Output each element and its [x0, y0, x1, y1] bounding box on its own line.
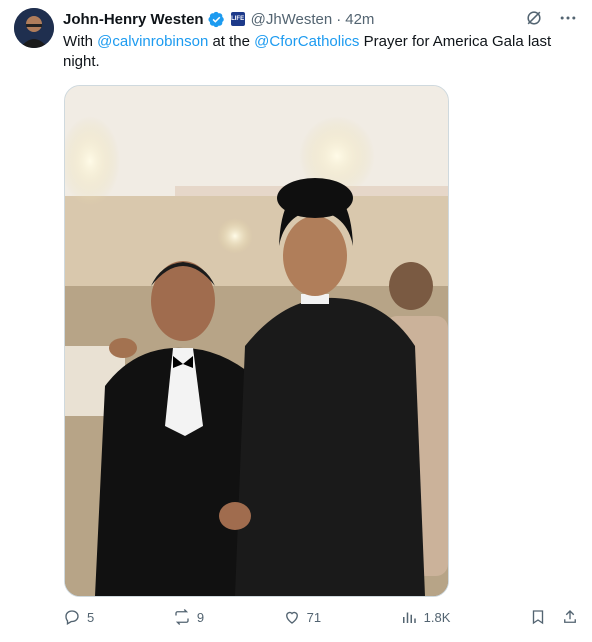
right-actions	[529, 608, 579, 626]
post-header: John-Henry Westen LIFE @JhWesten · 42m	[63, 9, 374, 29]
affiliation-badge[interactable]: LIFE	[230, 12, 245, 26]
more-icon[interactable]	[558, 8, 578, 28]
text-part: at the	[208, 33, 255, 50]
post-time[interactable]: 42m	[345, 11, 374, 28]
tweet[interactable]: John-Henry Westen LIFE @JhWesten · 42m W…	[0, 0, 592, 642]
author-handle[interactable]: @JhWesten	[251, 11, 333, 28]
avatar[interactable]	[14, 8, 54, 48]
repost-count: 9	[196, 609, 205, 625]
views-count: 1.8K	[423, 609, 451, 625]
text-part: With	[63, 33, 98, 50]
repost-icon	[175, 609, 189, 625]
verified-badge-icon	[208, 11, 225, 28]
views-icon	[402, 612, 416, 623]
mention-link[interactable]: @CforCatholics	[254, 33, 359, 50]
reply-icon	[65, 610, 79, 625]
share-icon	[564, 610, 576, 623]
like-count: 71	[306, 609, 322, 625]
reply-button[interactable]: 5	[63, 608, 94, 626]
grok-icon[interactable]	[524, 8, 544, 28]
like-icon	[285, 611, 298, 624]
mention-link[interactable]: @calvinrobinson	[97, 33, 208, 50]
post-actions: 5 9 71 1.8K	[63, 606, 579, 628]
author-name[interactable]: John-Henry Westen	[63, 11, 204, 28]
separator-dot: ·	[336, 10, 342, 28]
post-photo[interactable]	[64, 85, 449, 597]
like-button[interactable]: 71	[283, 608, 321, 626]
views-button[interactable]: 1.8K	[400, 608, 451, 626]
top-actions	[524, 8, 578, 28]
reply-count: 5	[87, 609, 95, 625]
repost-button[interactable]: 9	[173, 608, 204, 626]
bookmark-button[interactable]	[529, 608, 547, 626]
post-text: With @calvinrobinson at the @CforCatholi…	[63, 32, 563, 72]
share-button[interactable]	[561, 608, 579, 626]
bookmark-icon	[532, 610, 544, 625]
